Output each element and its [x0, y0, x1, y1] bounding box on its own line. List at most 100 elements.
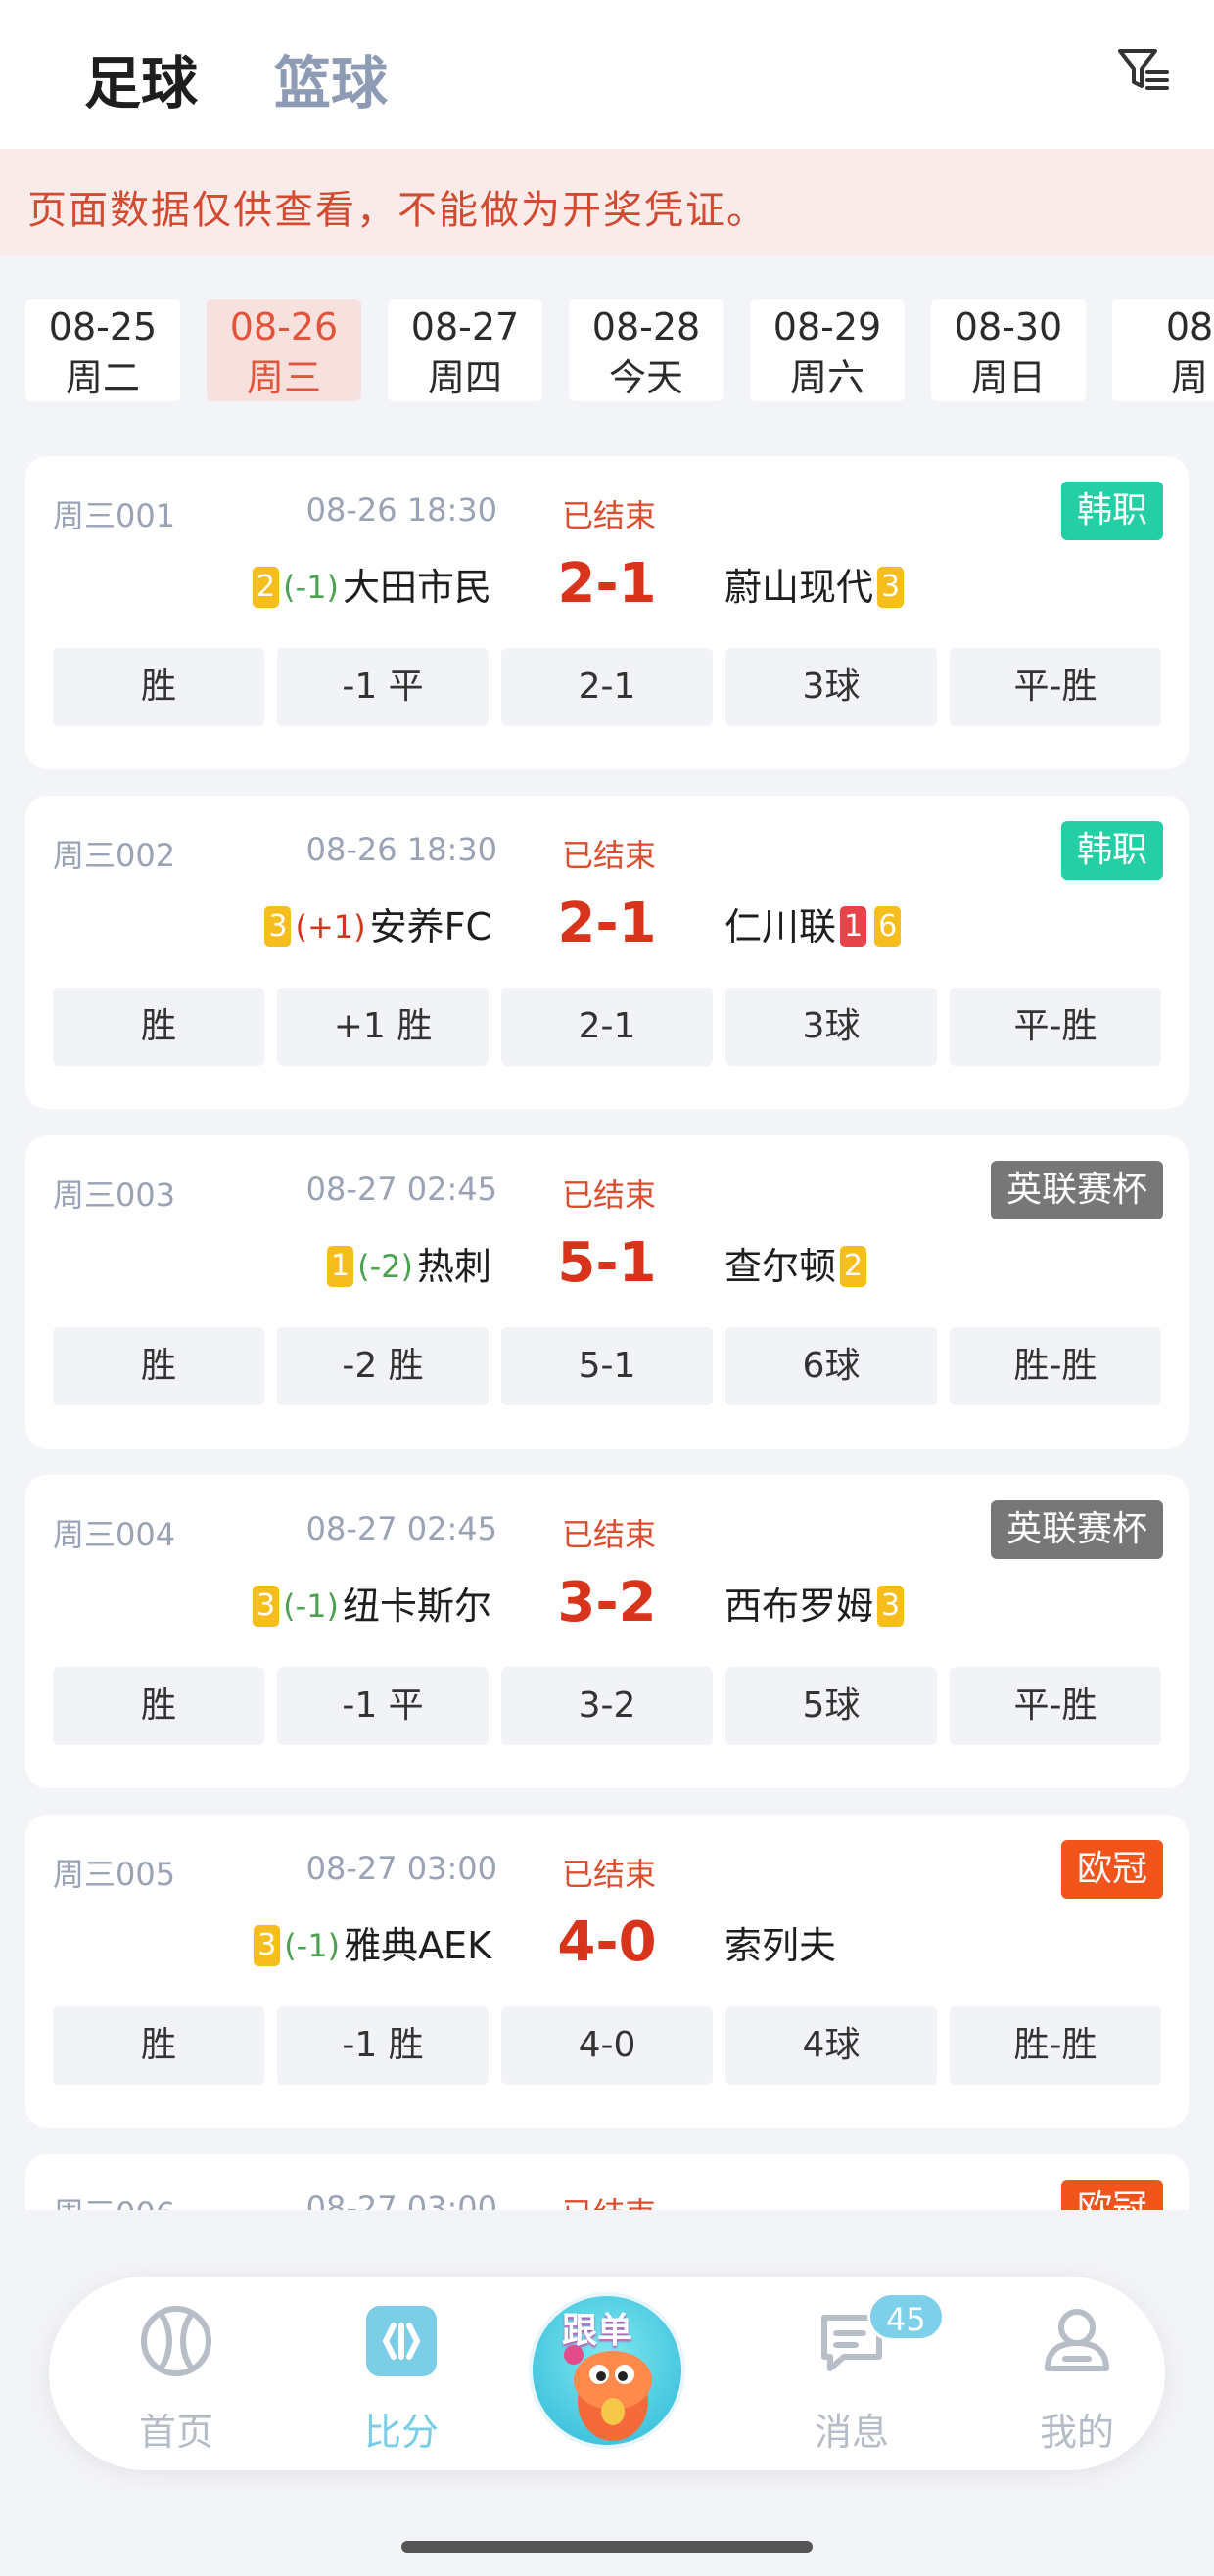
- date-label: 08-27: [410, 305, 520, 348]
- match-time: 08-26 18:30: [305, 491, 497, 529]
- match-score: 3-2: [557, 1571, 657, 1634]
- score-icon: [366, 2306, 437, 2376]
- nav-score[interactable]: 比分: [313, 2277, 490, 2470]
- result-cell: 胜: [53, 1327, 264, 1405]
- result-cell: 平-胜: [950, 988, 1161, 1066]
- away-team: 索列夫: [724, 1916, 836, 1975]
- card-count-badge: 2: [253, 567, 280, 608]
- home-team: 3 (-1) 纽卡斯尔: [249, 1577, 491, 1635]
- away-team-name: 仁川联: [724, 905, 837, 948]
- result-cell: -1 平: [277, 1667, 489, 1745]
- date-label: 08-25: [48, 305, 158, 348]
- result-cell: +1 胜: [277, 988, 489, 1066]
- card-count-badge: 3: [877, 567, 905, 608]
- result-cells: 胜 -1 平 2-1 3球 平-胜: [53, 648, 1161, 726]
- card-count-badge: 1: [327, 1246, 354, 1287]
- filter-list-icon[interactable]: [1116, 43, 1171, 98]
- nav-home[interactable]: 首页: [88, 2277, 264, 2470]
- result-cells: 胜 -1 平 3-2 5球 平-胜: [53, 1667, 1161, 1745]
- tab-football[interactable]: 足球: [84, 37, 198, 119]
- league-badge: 英联赛杯: [990, 1500, 1163, 1559]
- handicap: (-1): [283, 569, 339, 606]
- match-status: 已结束: [562, 1176, 657, 1214]
- result-cells: 胜 -2 胜 5-1 6球 胜-胜: [53, 1327, 1161, 1405]
- result-cell: -1 平: [277, 648, 489, 726]
- date-tab[interactable]: 08-25 周二: [25, 299, 180, 401]
- nav-score-label: 比分: [363, 2411, 439, 2454]
- card-count-badge: 2: [840, 1246, 867, 1287]
- tennis-ball-icon: [141, 2306, 211, 2376]
- match-card[interactable]: 周三005 08-27 03:00 已结束 欧冠 3 (-1) 雅典AEK 4-0 索列夫胜 -1…: [25, 1815, 1189, 2128]
- date-tab[interactable]: 08-29 周六: [750, 299, 905, 401]
- nav-messages[interactable]: 45 消息: [764, 2277, 945, 2470]
- result-cells: 胜 -1 胜 4-0 4球 胜-胜: [53, 2006, 1161, 2085]
- date-tab[interactable]: 08-28 今天: [569, 299, 724, 401]
- follow-button[interactable]: 跟单: [529, 2292, 685, 2449]
- weekday-label: 周三: [246, 356, 321, 399]
- home-team: 1 (-2) 热刺: [323, 1237, 491, 1296]
- card-count-badge: 3: [877, 1586, 905, 1627]
- message-count-badge: 45: [867, 2292, 945, 2341]
- match-status: 已结束: [562, 1516, 657, 1553]
- away-team-name: 查尔顿: [724, 1245, 837, 1288]
- handicap: (-2): [357, 1248, 413, 1285]
- result-cell: 3-2: [501, 1667, 713, 1745]
- home-team: 3 (-1) 雅典AEK: [250, 1916, 491, 1975]
- match-card[interactable]: 周三001 08-26 18:30 已结束 韩职 2 (-1) 大田市民 2-1 蔚山现代 3 胜 -…: [25, 456, 1189, 769]
- away-team: 蔚山现代 3: [724, 558, 908, 617]
- league-badge: 韩职: [1060, 821, 1163, 880]
- match-card[interactable]: 周三003 08-27 02:45 已结束 英联赛杯 1 (-2) 热刺 5-1 查尔顿 2 胜 -2…: [25, 1135, 1189, 1449]
- league-badge: 欧冠: [1060, 1840, 1163, 1899]
- card-count-badge: 3: [253, 1586, 280, 1627]
- match-code: 周三002: [53, 837, 176, 874]
- result-cell: 胜: [53, 648, 264, 726]
- notice-text: 页面数据仅供查看，不能做为开奖凭证。: [27, 188, 768, 233]
- notice-banner: 页面数据仅供查看，不能做为开奖凭证。: [0, 149, 1214, 256]
- away-team: 仁川联 1 6: [724, 897, 905, 956]
- away-team: 西布罗姆 3: [724, 1577, 908, 1635]
- away-team: 查尔顿 2: [724, 1237, 870, 1296]
- result-cell: 5-1: [501, 1327, 713, 1405]
- match-code: 周三006: [53, 2189, 175, 2210]
- match-score: 4-0: [557, 1910, 657, 1974]
- match-card[interactable]: 周三002 08-26 18:30 已结束 韩职 3 (+1) 安养FC 2-1 仁川联 1 6 胜 +…: [25, 796, 1189, 1109]
- match-time: 08-27 02:45: [305, 1510, 497, 1547]
- result-cell: 5球: [725, 1667, 937, 1745]
- match-status: 已结束: [562, 2189, 656, 2210]
- nav-profile[interactable]: 我的: [989, 2277, 1165, 2470]
- date-label: 08-28: [591, 305, 701, 348]
- date-tab[interactable]: 08-30 周日: [931, 299, 1086, 401]
- match-card[interactable]: 周三004 08-27 02:45 已结束 英联赛杯 3 (-1) 纽卡斯尔 3-2 西布罗姆 3…: [25, 1475, 1189, 1788]
- result-cell: 3球: [725, 648, 937, 726]
- result-cell: 6球: [725, 1327, 937, 1405]
- league-badge: 韩职: [1060, 482, 1163, 540]
- result-cell: 2-1: [501, 648, 713, 726]
- result-cell: 平-胜: [950, 648, 1161, 726]
- home-team-name: 雅典AEK: [344, 1924, 491, 1967]
- weekday-label: 周四: [427, 356, 502, 399]
- away-team-name: 蔚山现代: [724, 566, 874, 609]
- result-cell: 平-胜: [950, 1667, 1161, 1745]
- date-label: 08-29: [772, 305, 882, 348]
- date-label: 08-26: [229, 305, 339, 348]
- date-tab[interactable]: 08-27 周四: [388, 299, 542, 401]
- result-cell: 胜: [53, 988, 264, 1066]
- result-cell: 胜: [53, 1667, 264, 1745]
- tab-basketball[interactable]: 篮球: [274, 37, 388, 119]
- match-time: 08-27 03:00: [305, 1850, 497, 1887]
- result-cell: 4球: [725, 2006, 937, 2085]
- date-tab[interactable]: 08 周: [1112, 299, 1214, 401]
- date-label: 08: [1165, 305, 1214, 348]
- result-cell: -2 胜: [277, 1327, 489, 1405]
- weekday-label: 周: [1170, 356, 1208, 399]
- away-team-name: 西布罗姆: [724, 1585, 874, 1628]
- nav-home-label: 首页: [138, 2411, 213, 2454]
- profile-icon: [1045, 2309, 1109, 2371]
- date-tab[interactable]: 08-26 周三: [207, 299, 361, 401]
- match-card[interactable]: 周三006 08-27 03:00 已结束 欧冠: [25, 2154, 1189, 2210]
- match-time: 08-27 02:45: [305, 1171, 497, 1208]
- follow-label: 跟单: [562, 2311, 633, 2351]
- result-cell: -1 胜: [277, 2006, 489, 2085]
- home-team-name: 大田市民: [342, 566, 491, 609]
- result-cell: 胜-胜: [950, 1327, 1161, 1405]
